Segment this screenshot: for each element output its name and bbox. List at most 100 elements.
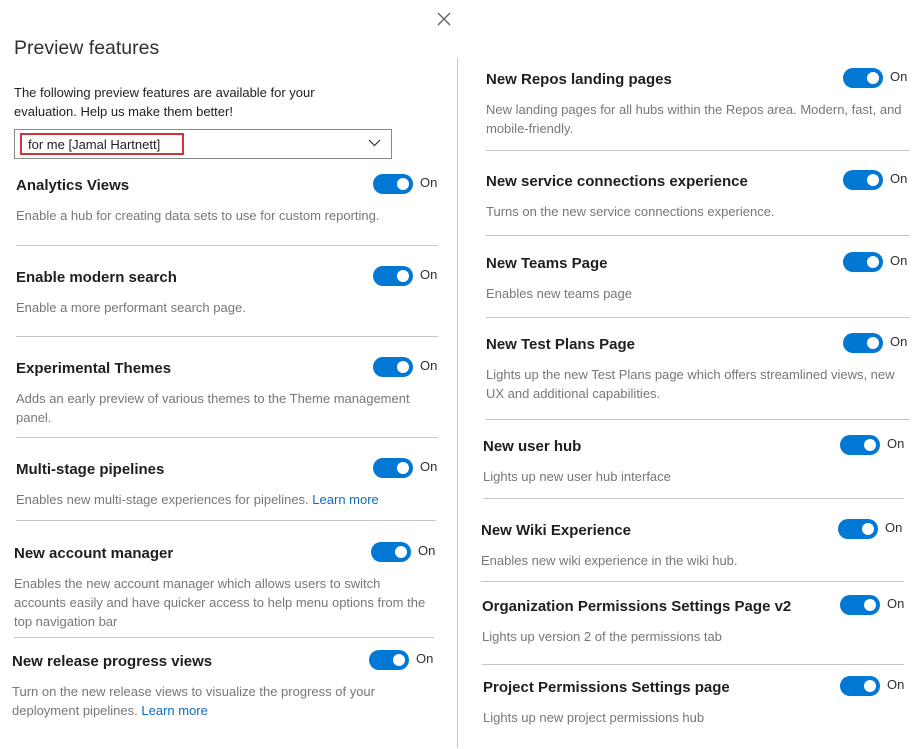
column-divider [457, 58, 458, 748]
feature-name: Multi-stage pipelines [16, 461, 165, 478]
toggle-switch[interactable] [371, 542, 411, 562]
panel-title: Preview features [14, 37, 160, 59]
toggle-knob [864, 439, 876, 451]
feature-description: Lights up new user hub interface [483, 467, 903, 486]
toggle-switch[interactable] [369, 650, 409, 670]
feature-name: Organization Permissions Settings Page v… [482, 598, 792, 615]
feature-separator [481, 581, 904, 582]
feature-toggle[interactable]: On [840, 435, 910, 457]
feature-toggle[interactable]: On [373, 357, 443, 379]
feature-description: Enables new wiki experience in the wiki … [481, 551, 901, 570]
feature-separator [486, 317, 910, 318]
toggle-switch[interactable] [373, 357, 413, 377]
toggle-switch[interactable] [373, 266, 413, 286]
toggle-knob [864, 680, 876, 692]
feature-toggle[interactable]: On [371, 542, 441, 564]
chevron-down-icon [368, 139, 381, 147]
toggle-state-label: On [416, 651, 434, 666]
toggle-knob [397, 270, 409, 282]
feature-description: Lights up new project permissions hub [483, 708, 903, 727]
feature-separator [482, 664, 904, 665]
feature-toggle[interactable]: On [373, 174, 443, 196]
feature-toggle[interactable]: On [843, 333, 913, 355]
feature-description-text: New landing pages for all hubs within th… [486, 102, 902, 136]
toggle-state-label: On [887, 677, 905, 692]
toggle-knob [395, 546, 407, 558]
toggle-state-label: On [420, 175, 438, 190]
feature-toggle[interactable]: On [843, 68, 913, 90]
toggle-switch[interactable] [840, 595, 880, 615]
feature-description: Enable a more performant search page. [16, 298, 416, 317]
toggle-state-label: On [890, 69, 908, 84]
feature-separator [486, 235, 910, 236]
toggle-switch[interactable] [838, 519, 878, 539]
toggle-switch[interactable] [843, 68, 883, 88]
feature-name: New Teams Page [486, 255, 608, 272]
feature-separator [486, 150, 910, 151]
feature-toggle[interactable]: On [843, 252, 913, 274]
toggle-knob [393, 654, 405, 666]
toggle-knob [867, 337, 879, 349]
feature-description: Enable a hub for creating data sets to u… [16, 206, 416, 225]
feature-name: Enable modern search [16, 269, 177, 286]
feature-name: New Test Plans Page [486, 336, 635, 353]
toggle-switch[interactable] [840, 676, 880, 696]
toggle-state-label: On [418, 543, 436, 558]
toggle-state-label: On [887, 596, 905, 611]
feature-description-text: Adds an early preview of various themes … [16, 391, 410, 425]
toggle-state-label: On [890, 253, 908, 268]
feature-description-text: Enables the new account manager which al… [14, 576, 426, 629]
feature-description-text: Enables new wiki experience in the wiki … [481, 553, 738, 568]
feature-toggle[interactable]: On [838, 519, 908, 541]
feature-description: Lights up version 2 of the permissions t… [482, 627, 902, 646]
feature-description-text: Enables new multi-stage experiences for … [16, 492, 309, 507]
feature-description-text: Lights up new user hub interface [483, 469, 671, 484]
toggle-switch[interactable] [843, 170, 883, 190]
feature-description: Enables new multi-stage experiences for … [16, 490, 436, 509]
feature-description-text: Enable a hub for creating data sets to u… [16, 208, 380, 223]
close-icon [437, 12, 451, 26]
panel-intro: The following preview features are avail… [14, 85, 315, 119]
feature-description: Enables the new account manager which al… [14, 574, 434, 631]
feature-toggle[interactable]: On [843, 170, 913, 192]
feature-toggle[interactable]: On [373, 458, 443, 480]
feature-name: Project Permissions Settings page [483, 679, 730, 696]
scroll-fade [0, 722, 457, 749]
scope-dropdown-value: for me [Jamal Hartnett] [20, 133, 185, 155]
feature-separator [483, 498, 904, 499]
toggle-switch[interactable] [843, 252, 883, 272]
feature-description-text: Lights up new project permissions hub [483, 710, 705, 725]
feature-separator [16, 336, 438, 337]
toggle-switch[interactable] [373, 174, 413, 194]
toggle-switch[interactable] [840, 435, 880, 455]
feature-separator [16, 520, 436, 521]
scope-dropdown[interactable]: for me [Jamal Hartnett] [14, 129, 392, 159]
feature-name: New Wiki Experience [481, 522, 631, 539]
feature-toggle[interactable]: On [373, 266, 443, 288]
learn-more-link[interactable]: Learn more [312, 492, 378, 507]
toggle-state-label: On [420, 459, 438, 474]
feature-toggle[interactable]: On [840, 595, 910, 617]
toggle-knob [867, 72, 879, 84]
feature-description: Turns on the new service connections exp… [486, 202, 910, 221]
feature-name: New release progress views [12, 653, 213, 670]
feature-description-text: Enable a more performant search page. [16, 300, 246, 315]
toggle-knob [397, 462, 409, 474]
feature-toggle[interactable]: On [840, 676, 910, 698]
feature-name: New service connections experience [486, 173, 748, 190]
feature-description: Turn on the new release views to visuali… [12, 682, 412, 720]
feature-toggle[interactable]: On [369, 650, 439, 672]
feature-separator [14, 637, 434, 638]
toggle-knob [867, 174, 879, 186]
close-button[interactable] [433, 8, 455, 30]
feature-description-text: Turns on the new service connections exp… [486, 204, 775, 219]
feature-description-text: Lights up version 2 of the permissions t… [482, 629, 722, 644]
toggle-switch[interactable] [843, 333, 883, 353]
toggle-switch[interactable] [373, 458, 413, 478]
feature-name: New Repos landing pages [486, 71, 672, 88]
toggle-knob [397, 178, 409, 190]
feature-description-text: Enables new teams page [486, 286, 632, 301]
feature-name: New user hub [483, 438, 582, 455]
toggle-state-label: On [885, 520, 903, 535]
learn-more-link[interactable]: Learn more [141, 703, 207, 718]
